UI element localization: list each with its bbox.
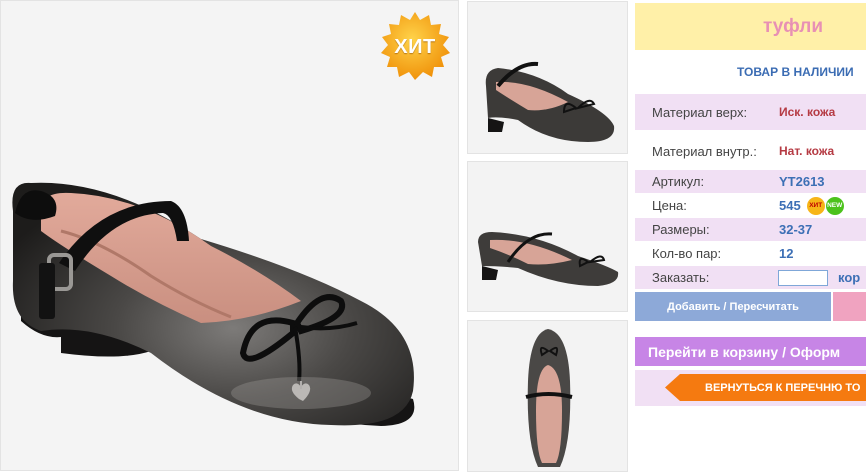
spec-label: Кол-во пар:	[652, 246, 722, 261]
spec-row-inner-material: Материал внутр.: Нат. кожа	[635, 134, 866, 168]
spec-label: Материал верх:	[652, 104, 748, 120]
hit-badge-label: ХИТ	[394, 35, 436, 58]
thumbnail-1[interactable]	[467, 1, 628, 154]
go-to-cart-button[interactable]: Перейти в корзину / Оформ	[635, 337, 866, 366]
spec-row-sku: Артикул: YT2613	[635, 170, 866, 193]
cart-link[interactable]: кор	[838, 270, 860, 285]
product-title: туфли	[635, 3, 866, 50]
spec-label: Артикул:	[652, 174, 705, 189]
back-to-list-button[interactable]: ВЕРНУТЬСЯ К ПЕРЕЧНЮ ТО	[665, 374, 866, 401]
spec-value: YT2613	[779, 174, 825, 189]
price-value: 545	[779, 198, 801, 213]
spec-row-order: Заказать: кор	[635, 266, 866, 289]
thumbnail-2[interactable]	[467, 161, 628, 312]
spec-row-price: Цена: 545 ХИТ NEW	[635, 194, 866, 217]
spec-row-upper-material: Материал верх: Иск. кожа	[635, 94, 866, 130]
spec-label: Материал внутр.:	[652, 143, 757, 159]
stock-status: ТОВАР В НАЛИЧИИ	[737, 65, 854, 79]
spec-value: 12	[779, 246, 794, 261]
spec-value: Иск. кожа	[779, 105, 836, 119]
new-mini-badge-icon: NEW	[825, 196, 844, 215]
add-recalculate-button[interactable]: Добавить / Пересчитать	[635, 292, 831, 321]
thumbnail-3[interactable]	[467, 320, 628, 472]
thumbnail-shoe-top	[525, 329, 573, 467]
spec-row-sizes: Размеры: 32-37	[635, 218, 866, 241]
hit-mini-badge-icon: ХИТ	[806, 196, 825, 215]
secondary-button[interactable]	[833, 292, 866, 321]
spec-label: Размеры:	[652, 222, 710, 237]
spec-label: Заказать:	[652, 270, 710, 285]
order-quantity-input[interactable]	[778, 269, 828, 286]
thumbnail-shoe-front	[478, 232, 619, 286]
spec-value: Нат. кожа	[779, 144, 835, 158]
spec-row-pairs: Кол-во пар: 12	[635, 242, 866, 265]
spec-value: 32-37	[779, 222, 813, 237]
spec-label: Цена:	[652, 198, 687, 213]
thumbnail-shoe-side	[485, 61, 615, 142]
